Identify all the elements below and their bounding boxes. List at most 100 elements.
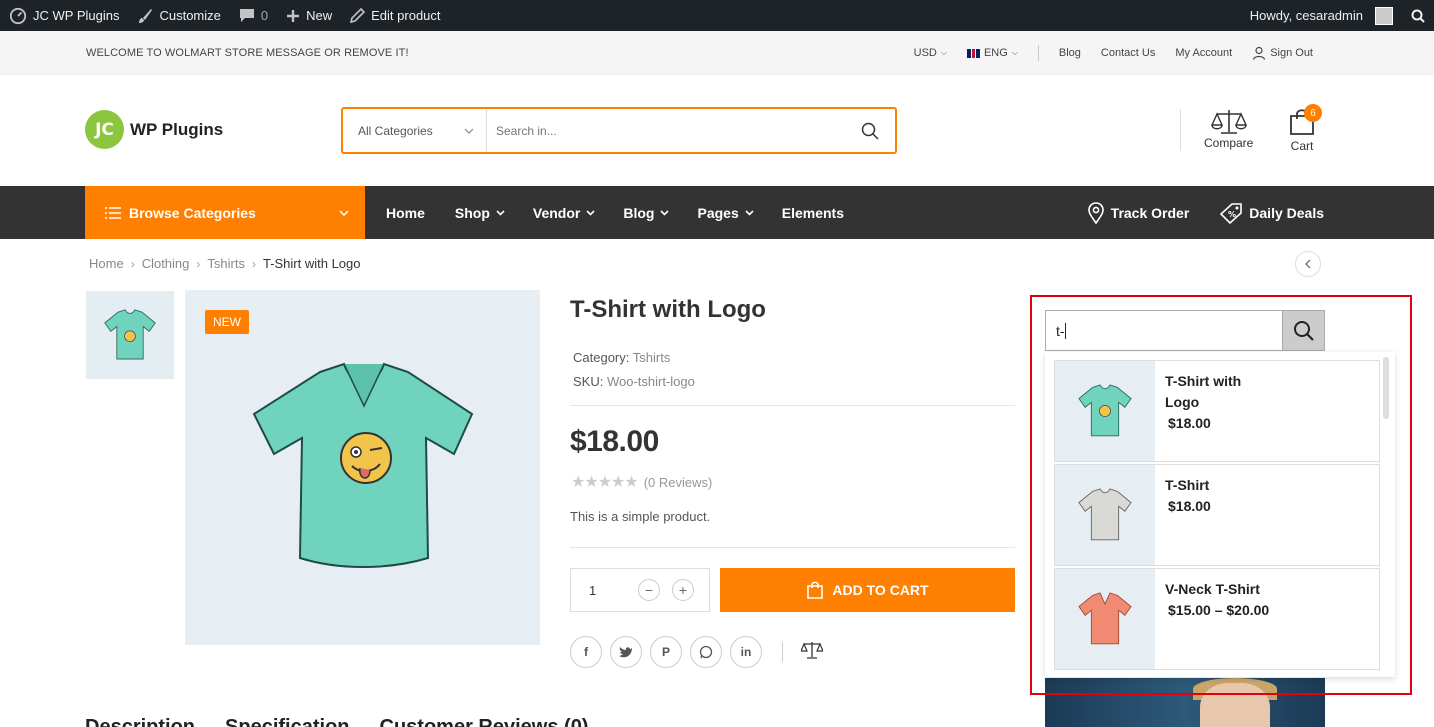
- chevron-down-icon: [745, 209, 754, 216]
- chevron-down-icon: [660, 209, 670, 216]
- list-icon: [105, 206, 121, 219]
- pinterest-icon[interactable]: P: [650, 636, 682, 668]
- new-badge: NEW: [205, 310, 249, 334]
- price-tag-icon: %: [1220, 202, 1243, 224]
- admin-customize-link[interactable]: Customize: [128, 0, 229, 31]
- currency-label: USD: [913, 47, 937, 59]
- main-navigation: Browse Categories Home Shop Vendor Blog …: [0, 186, 1434, 239]
- track-order-label: Track Order: [1110, 204, 1190, 221]
- nav-item-elements[interactable]: Elements: [772, 205, 854, 221]
- linkedin-icon[interactable]: in: [730, 636, 762, 668]
- search-input[interactable]: [487, 123, 845, 138]
- admin-bar: JC WP Plugins Customize 0 New Edit produ…: [0, 0, 1434, 31]
- add-to-cart-button[interactable]: ADD TO CART: [720, 568, 1015, 612]
- admin-new-link[interactable]: New: [277, 0, 341, 31]
- star-rating-icon: ★★★★★: [571, 474, 639, 491]
- divider: [1180, 109, 1181, 151]
- admin-account-link[interactable]: Howdy, cesaradmin: [1241, 0, 1402, 31]
- top-link-contact[interactable]: Contact Us: [1091, 47, 1165, 59]
- shopping-bag-icon: [807, 581, 824, 599]
- chevron-down-icon: [496, 209, 505, 216]
- search-button[interactable]: [845, 122, 895, 140]
- gallery-thumbnail[interactable]: [86, 291, 174, 379]
- currency-switcher[interactable]: USD ⌵: [904, 47, 957, 59]
- chevron-left-icon: [1305, 259, 1311, 269]
- nav-item-blog[interactable]: Blog: [613, 205, 679, 221]
- daily-deals-link[interactable]: % Daily Deals: [1219, 202, 1324, 224]
- admin-site-name: JC WP Plugins: [33, 8, 120, 23]
- social-share: f P in: [570, 636, 824, 668]
- cart-label: Cart: [1290, 139, 1314, 153]
- chevron-down-icon: [339, 209, 349, 216]
- scale-icon: [1210, 110, 1247, 134]
- svg-text:%: %: [1228, 210, 1236, 219]
- breadcrumb-clothing[interactable]: Clothing: [142, 256, 190, 271]
- admin-search-button[interactable]: [1402, 0, 1434, 31]
- admin-comments-link[interactable]: 0: [230, 0, 277, 31]
- tab-reviews[interactable]: Customer Reviews (0): [380, 716, 589, 727]
- site-logo[interactable]: JC WP Plugins: [85, 110, 223, 149]
- nav-item-label: Home: [386, 204, 425, 221]
- chevron-down-icon: [464, 128, 474, 134]
- admin-customize-label: Customize: [159, 8, 221, 23]
- category-label: Category:: [573, 350, 630, 365]
- chevron-down-icon: [586, 209, 595, 216]
- cart-link[interactable]: 6 Cart: [1288, 104, 1322, 153]
- sign-out-link[interactable]: Sign Out: [1242, 46, 1323, 60]
- whatsapp-icon[interactable]: [690, 636, 722, 668]
- nav-item-label: Shop: [454, 204, 490, 221]
- top-link-blog[interactable]: Blog: [1049, 47, 1091, 59]
- nav-item-pages[interactable]: Pages: [687, 205, 763, 221]
- nav-item-vendor[interactable]: Vendor: [523, 205, 605, 221]
- breadcrumb: Home › Clothing › Tshirts › T-Shirt with…: [89, 256, 361, 271]
- category-link[interactable]: Tshirts: [633, 350, 671, 365]
- previous-product-button[interactable]: [1295, 251, 1321, 277]
- admin-howdy: Howdy, cesaradmin: [1249, 8, 1363, 23]
- divider: [570, 405, 1015, 406]
- tab-description[interactable]: Description: [85, 716, 195, 727]
- admin-edit-product-link[interactable]: Edit product: [341, 0, 449, 31]
- logo-mark: JC: [85, 110, 124, 149]
- quantity-minus-button[interactable]: −: [638, 579, 660, 601]
- tab-specification[interactable]: Specification: [225, 716, 349, 727]
- nav-item-label: Elements: [781, 204, 844, 221]
- chevron-down-icon: ⌵: [940, 48, 947, 57]
- compare-link[interactable]: Compare: [1204, 108, 1253, 150]
- cart-count-badge: 6: [1304, 104, 1322, 122]
- top-link-account[interactable]: My Account: [1165, 47, 1242, 59]
- divider: [1037, 45, 1039, 61]
- chevron-right-icon: ›: [196, 256, 201, 271]
- dashboard-icon: [9, 7, 27, 24]
- quantity-value[interactable]: 1: [589, 583, 596, 598]
- product-main-image[interactable]: NEW: [185, 290, 540, 645]
- language-switcher[interactable]: ENG ⌵: [957, 47, 1028, 59]
- quantity-plus-button[interactable]: +: [672, 579, 694, 601]
- twitter-icon[interactable]: [610, 636, 642, 668]
- nav-item-shop[interactable]: Shop: [445, 205, 515, 221]
- user-icon: [1253, 46, 1266, 60]
- track-order-link[interactable]: Track Order: [1087, 201, 1190, 224]
- brush-icon: [139, 8, 153, 23]
- compare-icon[interactable]: [800, 641, 824, 664]
- highlight-box: [1030, 295, 1412, 695]
- browse-categories-button[interactable]: Browse Categories: [85, 186, 365, 239]
- chevron-right-icon: ›: [130, 256, 135, 271]
- nav-item-home[interactable]: Home: [376, 205, 435, 221]
- nav-item-label: Blog: [623, 204, 655, 221]
- breadcrumb-tshirts[interactable]: Tshirts: [207, 256, 245, 271]
- reviews-link[interactable]: (0 Reviews): [644, 475, 713, 490]
- quantity-stepper[interactable]: 1 − +: [570, 568, 710, 612]
- breadcrumb-current: T-Shirt with Logo: [262, 256, 361, 271]
- search-icon: [861, 122, 879, 140]
- compare-label: Compare: [1204, 136, 1254, 150]
- product-title: T-Shirt with Logo: [570, 296, 766, 323]
- admin-site-link[interactable]: JC WP Plugins: [0, 0, 128, 31]
- facebook-icon[interactable]: f: [570, 636, 602, 668]
- sku-value: Woo-tshirt-logo: [606, 374, 695, 389]
- product-short-description: This is a simple product.: [570, 509, 711, 524]
- top-bar: WELCOME TO WOLMART STORE MESSAGE OR REMO…: [0, 31, 1434, 75]
- category-select[interactable]: All Categories: [343, 109, 487, 152]
- breadcrumb-home[interactable]: Home: [89, 256, 124, 271]
- product-meta: Category: Tshirts SKU: Woo-tshirt-logo: [573, 346, 695, 394]
- product-price: $18.00: [570, 425, 659, 458]
